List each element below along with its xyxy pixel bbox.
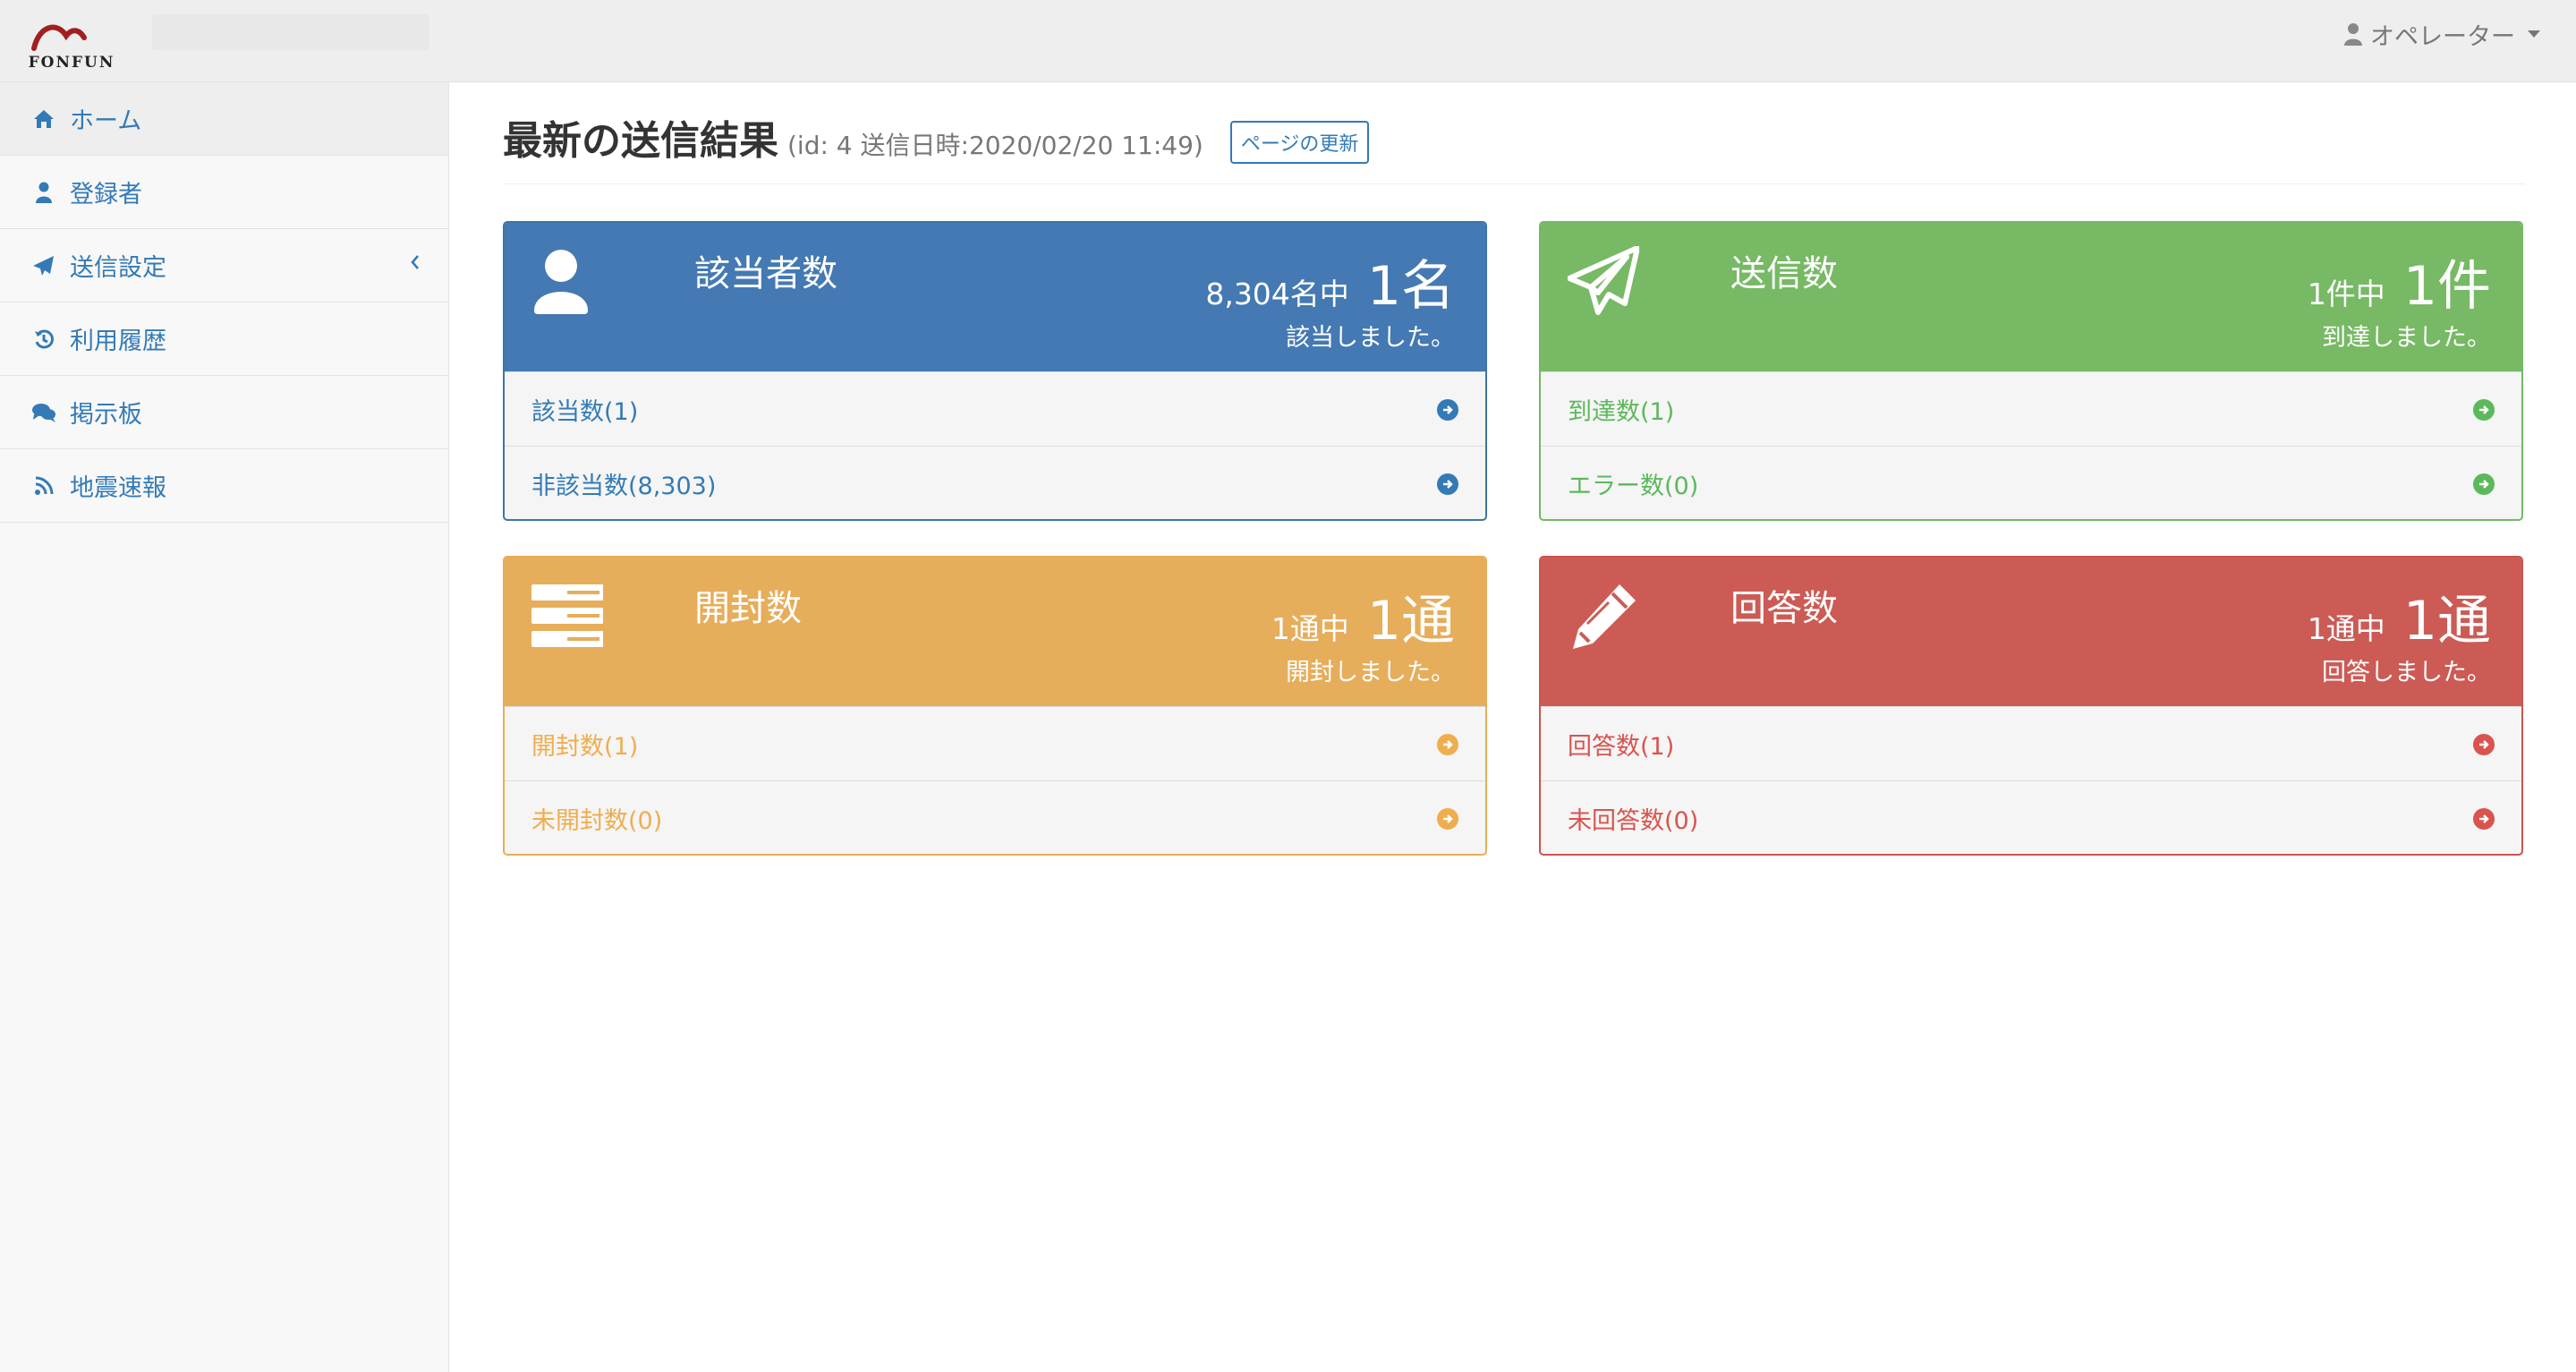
panel-description: 該当しました。 — [1286, 324, 1455, 352]
brand-logo[interactable]: FONFUN — [27, 13, 116, 72]
sidebar-item-usage-history[interactable]: 利用履歴 — [0, 303, 448, 376]
home-icon — [30, 106, 57, 132]
panel-link-label: 未開封数(0) — [531, 806, 663, 835]
count-total: 1件中 — [2307, 277, 2385, 311]
sidebar-item-send-settings[interactable]: 送信設定 — [0, 229, 448, 303]
count-total: 1通中 — [1271, 611, 1349, 646]
sidebar-item-label: ホーム — [70, 107, 142, 135]
count-main: 1名 — [1366, 255, 1455, 318]
panel-heading: 該当者数 8,304名中 1名 該当しました。 — [505, 223, 1485, 371]
panel-link-matched[interactable]: 該当数(1) — [505, 371, 1485, 446]
user-menu[interactable]: オペレーター — [2343, 16, 2540, 52]
sidebar-item-label: 地震速報 — [70, 474, 166, 502]
sidebar-item-home[interactable]: ホーム — [0, 82, 448, 156]
panel-heading: 開封数 1通中 1通 開封しました。 — [505, 558, 1485, 706]
panel-title: 送信数 — [1730, 253, 1838, 294]
sidebar-item-label: 利用履歴 — [70, 328, 166, 355]
arrow-circle-right-icon — [2473, 473, 2495, 495]
panel-link-not-matched[interactable]: 非該当数(8,303) — [505, 446, 1485, 519]
panel-description: 回答しました。 — [2322, 659, 2491, 686]
sidebar-item-bulletin-board[interactable]: 掲示板 — [0, 376, 448, 449]
sidebar: ホーム 登録者 送信設定 利用履歴 掲示板 地震速報 — [0, 82, 449, 1372]
panel-count: 1通中 1通 — [2308, 577, 2491, 655]
refresh-page-button[interactable]: ページの更新 — [1229, 121, 1370, 164]
panel-title: 該当者数 — [694, 253, 837, 294]
server-icon — [531, 584, 603, 647]
panel-link-answered[interactable]: 回答数(1) — [1541, 706, 2521, 780]
logo-mark-icon — [31, 24, 87, 51]
page-title: 最新の送信結果 — [503, 118, 778, 164]
panel-link-label: 未回答数(0) — [1568, 806, 1699, 835]
panel-link-delivered[interactable]: 到達数(1) — [1541, 371, 2521, 446]
panel-matched: 該当者数 8,304名中 1名 該当しました。 該当数(1) 非該当数(8,30… — [503, 221, 1487, 521]
count-total: 1通中 — [2307, 611, 2385, 646]
topbar-blank-field — [152, 14, 429, 50]
sidebar-item-label: 登録者 — [70, 181, 142, 209]
sidebar-item-label: 掲示板 — [70, 401, 142, 429]
top-navbar: FONFUN オペレーター — [0, 0, 2576, 82]
panel-title: 回答数 — [1730, 588, 1838, 629]
arrow-circle-right-icon — [1437, 473, 1458, 495]
page-header: 最新の送信結果 (id: 4 送信日時:2020/02/20 11:49) ペー… — [503, 111, 2525, 184]
comments-icon — [30, 399, 57, 426]
panel-link-label: 開封数(1) — [531, 732, 639, 761]
page-subtitle: (id: 4 送信日時:2020/02/20 11:49) — [787, 131, 1203, 160]
panel-answered: 回答数 1通中 1通 回答しました。 回答数(1) 未回答数(0) — [1539, 556, 2523, 856]
panel-heading: 回答数 1通中 1通 回答しました。 — [1541, 558, 2521, 706]
panel-sent: 送信数 1件中 1件 到達しました。 到達数(1) エラー数(0) — [1539, 221, 2523, 521]
arrow-circle-right-icon — [1437, 399, 1458, 421]
sidebar-item-registrants[interactable]: 登録者 — [0, 156, 448, 229]
send-icon — [30, 252, 57, 279]
panel-opened: 開封数 1通中 1通 開封しました。 開封数(1) 未開封数(0) — [503, 556, 1487, 856]
panel-link-label: 該当数(1) — [531, 397, 639, 426]
pencil-icon — [1573, 584, 1636, 649]
panel-link-label: 到達数(1) — [1568, 397, 1675, 426]
sidebar-item-label: 送信設定 — [70, 254, 166, 282]
count-main: 1件 — [2402, 255, 2491, 318]
panel-count: 1通中 1通 — [1271, 577, 1455, 655]
user-icon — [2344, 23, 2362, 46]
panel-link-opened[interactable]: 開封数(1) — [505, 706, 1485, 780]
panel-link-label: エラー数(0) — [1568, 472, 1699, 500]
arrow-circle-right-icon — [2473, 734, 2495, 755]
panel-heading: 送信数 1件中 1件 到達しました。 — [1541, 223, 2521, 371]
caret-down-icon — [2528, 30, 2540, 38]
count-main: 1通 — [1366, 590, 1455, 652]
arrow-circle-right-icon — [1437, 808, 1458, 830]
panel-title: 開封数 — [694, 588, 802, 629]
user-menu-label: オペレーター — [2370, 22, 2515, 51]
panel-count: 1件中 1件 — [2308, 243, 2491, 320]
panel-description: 開封しました。 — [1286, 659, 1455, 686]
paper-plane-icon — [1568, 246, 1639, 315]
count-main: 1通 — [2402, 590, 2491, 652]
panel-description: 到達しました。 — [2322, 324, 2491, 352]
user-icon — [534, 250, 588, 314]
panel-link-errors[interactable]: エラー数(0) — [1541, 446, 2521, 519]
panel-link-unopened[interactable]: 未開封数(0) — [505, 780, 1485, 854]
sidebar-item-earthquake-alert[interactable]: 地震速報 — [0, 449, 448, 523]
panel-link-label: 回答数(1) — [1568, 732, 1675, 761]
panel-count: 8,304名中 1名 — [1205, 243, 1455, 320]
arrow-circle-right-icon — [2473, 808, 2495, 830]
user-icon — [30, 179, 57, 206]
history-icon — [30, 326, 57, 353]
panel-link-label: 非該当数(8,303) — [531, 472, 717, 500]
arrow-circle-right-icon — [2473, 399, 2495, 421]
rss-icon — [30, 473, 57, 499]
logo-text: FONFUN — [28, 54, 115, 72]
arrow-circle-right-icon — [1437, 734, 1458, 755]
count-total: 8,304名中 — [1205, 277, 1349, 311]
panel-link-unanswered[interactable]: 未回答数(0) — [1541, 780, 2521, 854]
chevron-left-icon[interactable] — [409, 252, 421, 272]
